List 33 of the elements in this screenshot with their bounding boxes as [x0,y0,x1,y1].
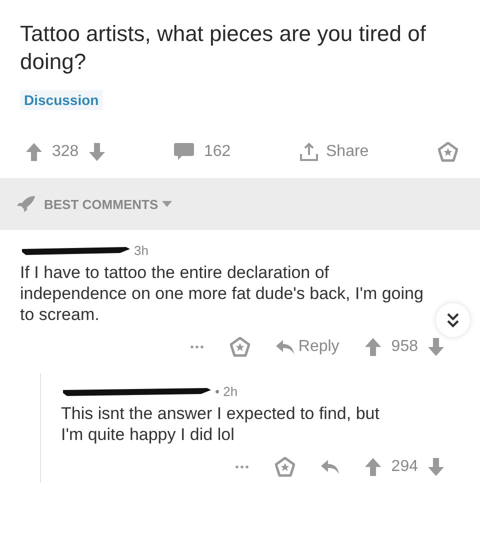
post-score: 328 [52,143,79,161]
upvote-icon[interactable] [365,458,382,476]
reply-button[interactable] [321,460,340,474]
collapse-button[interactable] [436,303,470,337]
upvote-icon[interactable] [26,143,42,161]
more-icon[interactable] [190,345,204,349]
downvote-icon[interactable] [428,338,444,356]
rocket-icon [16,195,36,213]
flair-tag: Discussion [20,90,103,110]
sort-dropdown[interactable]: BEST COMMENTS [44,196,172,212]
comment-text: This isnt the answer I expected to find, but I'm quite happy I did lol [61,403,380,445]
upvote-icon[interactable] [365,338,382,356]
award-icon[interactable] [230,337,250,357]
caret-icon [162,201,172,207]
comment-icon [174,143,194,161]
comment-score: 294 [391,458,418,476]
post-title: Tattoo artists, what pieces are you tired of doing? [20,20,427,76]
share-button[interactable]: Share [300,142,369,162]
award-icon[interactable] [275,457,296,477]
award-icon[interactable] [438,142,458,162]
comment-time: • 2h [215,384,238,398]
comment-count: 162 [204,143,231,161]
more-icon[interactable] [235,465,250,469]
reply-button[interactable]: Reply [276,338,340,356]
downvote-icon[interactable] [88,143,105,161]
reply-icon [276,340,294,354]
double-chevron-icon [446,312,460,328]
comment-text: If I have to tattoo the entire declaration of independence on one more fat dude's back, I'm going to scream. [20,262,424,325]
reply-icon [321,460,340,474]
comment-score: 958 [391,338,418,356]
share-icon [300,142,318,162]
comment-time: 3h [134,242,148,258]
downvote-icon[interactable] [428,458,444,476]
